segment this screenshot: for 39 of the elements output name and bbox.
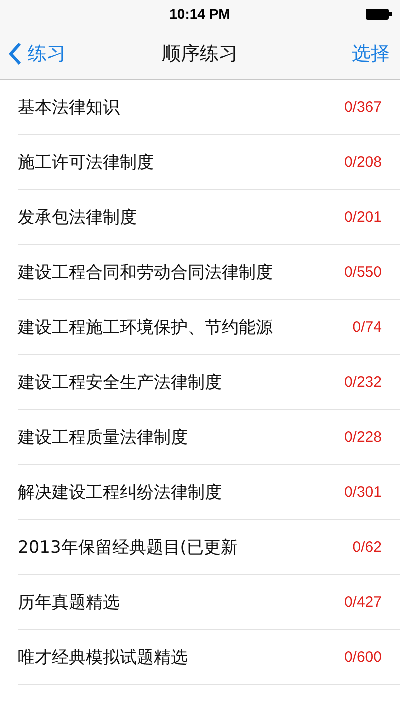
progress-count: 0/550: [344, 264, 382, 280]
list-row[interactable]: 历年真题精选 0/427: [18, 575, 400, 630]
row-title: 建设工程施工环境保护、节约能源: [18, 316, 273, 338]
row-title: 唯才经典模拟试题精选: [18, 646, 188, 668]
row-title: 施工许可法律制度: [18, 152, 154, 174]
back-button[interactable]: 练习: [8, 40, 66, 66]
row-title: 2013年保留经典题目(已更新: [18, 536, 238, 558]
select-button[interactable]: 选择: [352, 40, 390, 66]
list-row[interactable]: 建设工程质量法律制度 0/228: [18, 410, 400, 465]
list-row[interactable]: 施工许可法律制度 0/208: [18, 135, 400, 190]
progress-count: 0/201: [344, 208, 382, 226]
row-title: 建设工程质量法律制度: [18, 426, 188, 448]
row-title: 发承包法律制度: [18, 206, 137, 228]
progress-count: 0/62: [352, 538, 382, 556]
progress-count: 0/367: [344, 98, 382, 116]
row-title: 解决建设工程纠纷法律制度: [18, 482, 222, 504]
chevron-left-icon: [8, 42, 22, 66]
progress-count: 0/74: [352, 318, 382, 336]
row-title: 建设工程合同和劳动合同法律制度: [18, 262, 273, 284]
list-row[interactable]: 解决建设工程纠纷法律制度 0/301: [18, 465, 400, 520]
progress-count: 0/427: [344, 594, 382, 610]
list-row[interactable]: 基本法律知识 0/367: [18, 80, 400, 135]
status-time: 10:14 PM: [170, 6, 230, 22]
list-row[interactable]: 2013年保留经典题目(已更新 0/62: [18, 520, 400, 575]
list-row[interactable]: 建设工程安全生产法律制度 0/232: [18, 355, 400, 410]
battery-icon: [366, 9, 392, 20]
row-title: 建设工程安全生产法律制度: [18, 372, 222, 394]
progress-count: 0/232: [344, 374, 382, 390]
progress-count: 0/600: [344, 648, 382, 666]
progress-count: 0/208: [344, 154, 382, 170]
row-title: 历年真题精选: [18, 592, 120, 614]
list-row[interactable]: 建设工程施工环境保护、节约能源 0/74: [18, 300, 400, 355]
list-row[interactable]: 建设工程合同和劳动合同法律制度 0/550: [18, 245, 400, 300]
row-title: 基本法律知识: [18, 96, 120, 118]
list-row[interactable]: 发承包法律制度 0/201: [18, 190, 400, 245]
progress-count: 0/301: [344, 484, 382, 500]
nav-title: 顺序练习: [162, 42, 238, 66]
list-row[interactable]: 唯才经典模拟试题精选 0/600: [18, 630, 400, 685]
progress-count: 0/228: [344, 428, 382, 446]
